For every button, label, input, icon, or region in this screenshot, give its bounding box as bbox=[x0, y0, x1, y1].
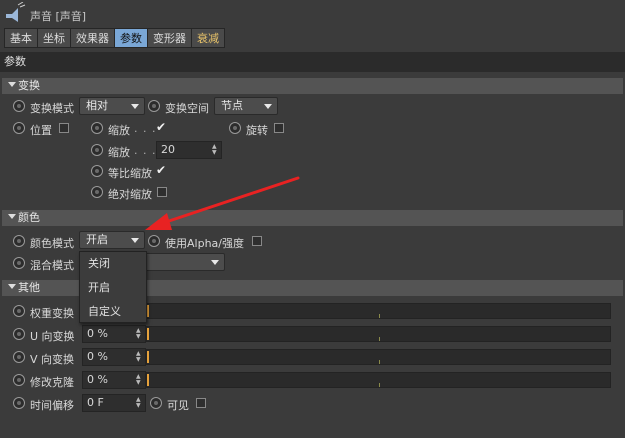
annotation-arrow-icon bbox=[145, 176, 300, 230]
